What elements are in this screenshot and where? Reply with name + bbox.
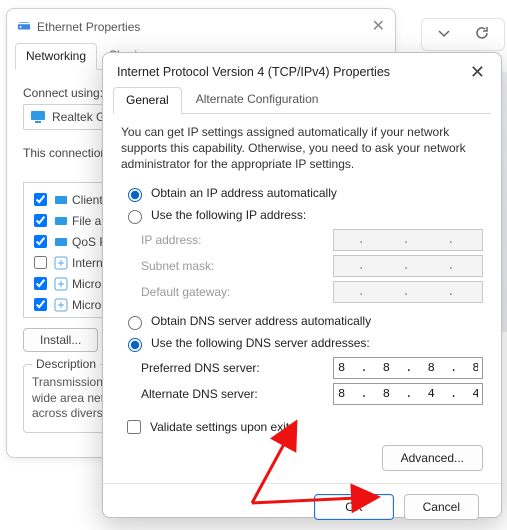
ethernet-titlebar: Ethernet Properties ✕: [7, 9, 395, 39]
list-item-checkbox[interactable]: [34, 214, 47, 227]
client-icon: [54, 214, 68, 228]
preferred-dns-label: Preferred DNS server:: [141, 361, 260, 375]
radio-dns-auto-input[interactable]: [128, 316, 142, 330]
radio-dns-manual[interactable]: Use the following DNS server addresses:: [123, 335, 483, 352]
subnet-mask-label: Subnet mask:: [141, 259, 214, 273]
monitor-icon: [30, 109, 46, 125]
down-caret-icon: [436, 25, 452, 44]
refresh-icon: [474, 25, 490, 44]
radio-ip-auto-input[interactable]: [128, 188, 142, 202]
tab-networking[interactable]: Networking: [15, 43, 97, 70]
radio-dns-manual-input[interactable]: [128, 338, 142, 352]
description-legend: Description: [32, 357, 100, 371]
separator: [103, 483, 501, 484]
tab-alt-config[interactable]: Alternate Configuration: [184, 87, 331, 113]
ipv4-title: Internet Protocol Version 4 (TCP/IPv4) P…: [117, 65, 390, 79]
network-adapter-icon: [17, 19, 31, 36]
list-item-checkbox[interactable]: [34, 235, 47, 248]
close-icon[interactable]: ✕: [372, 19, 385, 35]
protocol-icon: [54, 256, 68, 270]
alternate-dns-label: Alternate DNS server:: [141, 387, 258, 401]
default-gateway-label: Default gateway:: [141, 285, 230, 299]
ok-button[interactable]: OK: [314, 494, 393, 520]
validate-label: Validate settings upon exit: [150, 420, 289, 434]
list-item-checkbox[interactable]: [34, 256, 47, 269]
default-gateway-input: [333, 281, 483, 303]
adapter-name: Realtek G: [52, 110, 105, 124]
radio-ip-manual-label: Use the following IP address:: [151, 208, 306, 222]
radio-ip-auto[interactable]: Obtain an IP address automatically: [123, 185, 483, 202]
radio-ip-auto-label: Obtain an IP address automatically: [151, 186, 337, 200]
validate-checkbox-row[interactable]: Validate settings upon exit: [123, 417, 483, 437]
cancel-button[interactable]: Cancel: [404, 494, 479, 520]
alternate-dns-input[interactable]: [333, 383, 483, 405]
list-item-checkbox[interactable]: [34, 298, 47, 311]
ipv4-properties-dialog: Internet Protocol Version 4 (TCP/IPv4) P…: [102, 52, 502, 518]
preferred-dns-input[interactable]: [333, 357, 483, 379]
client-icon: [54, 193, 68, 207]
ethernet-title: Ethernet Properties: [37, 20, 140, 34]
validate-checkbox[interactable]: [127, 420, 141, 434]
radio-dns-manual-label: Use the following DNS server addresses:: [151, 336, 370, 350]
install-button[interactable]: Install...: [23, 328, 98, 352]
protocol-icon: [54, 298, 68, 312]
subnet-mask-input: [333, 255, 483, 277]
ipv4-tabs: General Alternate Configuration: [113, 87, 491, 114]
tab-general[interactable]: General: [113, 87, 182, 114]
close-icon[interactable]: ✕: [466, 63, 489, 81]
advanced-button[interactable]: Advanced...: [382, 445, 483, 471]
ip-address-label: IP address:: [141, 233, 201, 247]
list-item-checkbox[interactable]: [34, 193, 47, 206]
client-icon: [54, 235, 68, 249]
radio-ip-manual-input[interactable]: [128, 210, 142, 224]
ip-address-input: [333, 229, 483, 251]
intro-text: You can get IP settings assigned automat…: [121, 124, 483, 173]
list-item-checkbox[interactable]: [34, 277, 47, 290]
radio-dns-auto-label: Obtain DNS server address automatically: [151, 314, 371, 328]
radio-dns-auto[interactable]: Obtain DNS server address automatically: [123, 313, 483, 330]
browser-toolbar-fragment: [421, 18, 505, 51]
radio-ip-manual[interactable]: Use the following IP address:: [123, 207, 483, 224]
protocol-icon: [54, 277, 68, 291]
